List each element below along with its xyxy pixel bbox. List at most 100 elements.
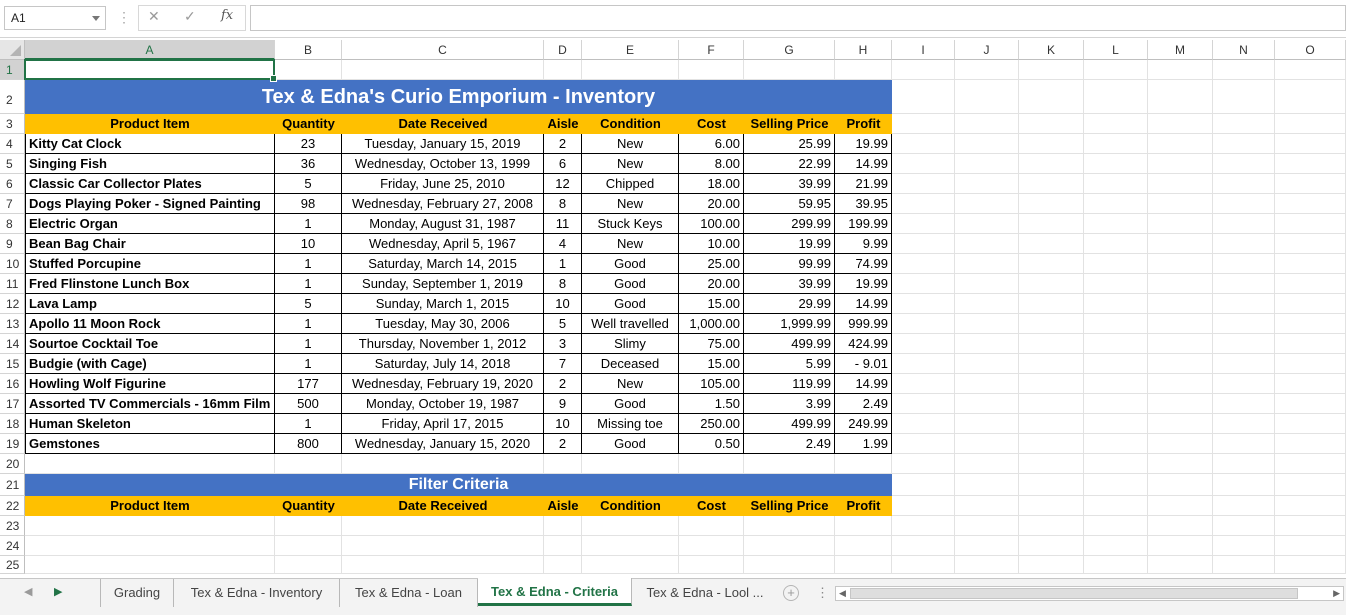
table-cell[interactable]: 8 bbox=[544, 194, 582, 214]
row-header-12[interactable]: 12 bbox=[0, 294, 25, 314]
inventory-header-8[interactable]: Profit bbox=[835, 114, 892, 134]
inventory-header-1[interactable]: Product Item bbox=[25, 114, 275, 134]
table-cell[interactable]: Fred Flinstone Lunch Box bbox=[25, 274, 275, 294]
row-header-7[interactable]: 7 bbox=[0, 194, 25, 214]
table-cell[interactable]: New bbox=[582, 234, 679, 254]
row-header-17[interactable]: 17 bbox=[0, 394, 25, 414]
table-cell[interactable]: 20.00 bbox=[679, 274, 744, 294]
table-cell[interactable]: 249.99 bbox=[835, 414, 892, 434]
table-cell[interactable]: 25.99 bbox=[744, 134, 835, 154]
table-cell[interactable]: Good bbox=[582, 274, 679, 294]
table-cell[interactable]: Wednesday, October 13, 1999 bbox=[342, 154, 544, 174]
tab-criteria[interactable]: Tex & Edna - Criteria bbox=[478, 578, 632, 606]
scroll-left-icon[interactable]: ◀ bbox=[839, 588, 846, 599]
table-cell[interactable]: New bbox=[582, 194, 679, 214]
table-cell[interactable]: 15.00 bbox=[679, 294, 744, 314]
table-cell[interactable]: 18.00 bbox=[679, 174, 744, 194]
row-header-15[interactable]: 15 bbox=[0, 354, 25, 374]
table-cell[interactable]: 1 bbox=[275, 354, 342, 374]
table-cell[interactable]: 29.99 bbox=[744, 294, 835, 314]
table-cell[interactable]: 36 bbox=[275, 154, 342, 174]
table-cell[interactable]: Sunday, March 1, 2015 bbox=[342, 294, 544, 314]
table-cell[interactable]: Missing toe bbox=[582, 414, 679, 434]
table-cell[interactable]: 10.00 bbox=[679, 234, 744, 254]
table-cell[interactable]: Monday, October 19, 1987 bbox=[342, 394, 544, 414]
table-cell[interactable]: 19.99 bbox=[835, 134, 892, 154]
table-cell[interactable]: 25.00 bbox=[679, 254, 744, 274]
row-header-11[interactable]: 11 bbox=[0, 274, 25, 294]
table-cell[interactable]: 1,000.00 bbox=[679, 314, 744, 334]
row-header-6[interactable]: 6 bbox=[0, 174, 25, 194]
table-cell[interactable]: 1 bbox=[275, 254, 342, 274]
table-cell[interactable]: 75.00 bbox=[679, 334, 744, 354]
table-cell[interactable]: 1 bbox=[275, 414, 342, 434]
table-cell[interactable]: Gemstones bbox=[25, 434, 275, 454]
table-cell[interactable]: 1 bbox=[544, 254, 582, 274]
cancel-icon[interactable]: ✕ bbox=[148, 8, 160, 25]
table-cell[interactable]: 999.99 bbox=[835, 314, 892, 334]
table-cell[interactable]: Wednesday, February 27, 2008 bbox=[342, 194, 544, 214]
column-header-h[interactable]: H bbox=[835, 40, 892, 60]
table-cell[interactable]: Saturday, July 14, 2018 bbox=[342, 354, 544, 374]
table-cell[interactable]: 10 bbox=[544, 294, 582, 314]
column-header-c[interactable]: C bbox=[342, 40, 544, 60]
row-header-8[interactable]: 8 bbox=[0, 214, 25, 234]
table-cell[interactable]: Sunday, September 1, 2019 bbox=[342, 274, 544, 294]
column-header-a[interactable]: A bbox=[25, 40, 275, 60]
table-cell[interactable]: Electric Organ bbox=[25, 214, 275, 234]
row-header-9[interactable]: 9 bbox=[0, 234, 25, 254]
table-cell[interactable]: 8 bbox=[544, 274, 582, 294]
table-cell[interactable]: 5 bbox=[275, 294, 342, 314]
table-cell[interactable]: 59.95 bbox=[744, 194, 835, 214]
table-cell[interactable]: 6.00 bbox=[679, 134, 744, 154]
table-cell[interactable]: Apollo 11 Moon Rock bbox=[25, 314, 275, 334]
criteria-header-5[interactable]: Condition bbox=[582, 496, 679, 516]
insert-function-icon[interactable]: fx bbox=[221, 8, 233, 23]
column-header-j[interactable]: J bbox=[955, 40, 1019, 60]
table-cell[interactable]: 1.99 bbox=[835, 434, 892, 454]
add-sheet-icon[interactable]: + bbox=[783, 585, 799, 601]
row-header-5[interactable]: 5 bbox=[0, 154, 25, 174]
table-cell[interactable]: 14.99 bbox=[835, 154, 892, 174]
table-cell[interactable]: Human Skeleton bbox=[25, 414, 275, 434]
table-cell[interactable]: 424.99 bbox=[835, 334, 892, 354]
column-header-o[interactable]: O bbox=[1275, 40, 1346, 60]
active-cell-a1[interactable] bbox=[24, 59, 275, 80]
inventory-header-6[interactable]: Cost bbox=[679, 114, 744, 134]
formula-input[interactable] bbox=[250, 5, 1346, 31]
table-cell[interactable]: Singing Fish bbox=[25, 154, 275, 174]
row-header-25[interactable]: 25 bbox=[0, 556, 25, 574]
row-header-2[interactable]: 2 bbox=[0, 80, 25, 114]
row-header-20[interactable]: 20 bbox=[0, 454, 25, 474]
criteria-header-7[interactable]: Selling Price bbox=[744, 496, 835, 516]
row-header-24[interactable]: 24 bbox=[0, 536, 25, 556]
criteria-header-4[interactable]: Aisle bbox=[544, 496, 582, 516]
table-cell[interactable]: 1 bbox=[275, 334, 342, 354]
table-cell[interactable]: Thursday, November 1, 2012 bbox=[342, 334, 544, 354]
row-header-3[interactable]: 3 bbox=[0, 114, 25, 134]
table-cell[interactable]: 98 bbox=[275, 194, 342, 214]
table-cell[interactable]: 12 bbox=[544, 174, 582, 194]
table-cell[interactable]: 3 bbox=[544, 334, 582, 354]
criteria-header-8[interactable]: Profit bbox=[835, 496, 892, 516]
table-cell[interactable]: Deceased bbox=[582, 354, 679, 374]
table-cell[interactable]: Slimy bbox=[582, 334, 679, 354]
table-cell[interactable]: Tuesday, January 15, 2019 bbox=[342, 134, 544, 154]
table-cell[interactable]: Stuck Keys bbox=[582, 214, 679, 234]
inventory-header-5[interactable]: Condition bbox=[582, 114, 679, 134]
table-cell[interactable]: New bbox=[582, 374, 679, 394]
table-cell[interactable]: 2 bbox=[544, 134, 582, 154]
table-cell[interactable]: Bean Bag Chair bbox=[25, 234, 275, 254]
tab-loan[interactable]: Tex & Edna - Loan bbox=[340, 579, 478, 607]
table-cell[interactable]: 21.99 bbox=[835, 174, 892, 194]
table-cell[interactable]: 5 bbox=[544, 314, 582, 334]
table-cell[interactable]: Saturday, March 14, 2015 bbox=[342, 254, 544, 274]
table-cell[interactable]: Assorted TV Commercials - 16mm Film bbox=[25, 394, 275, 414]
table-cell[interactable]: 800 bbox=[275, 434, 342, 454]
column-header-g[interactable]: G bbox=[744, 40, 835, 60]
column-header-i[interactable]: I bbox=[892, 40, 955, 60]
table-cell[interactable]: 299.99 bbox=[744, 214, 835, 234]
table-cell[interactable]: 15.00 bbox=[679, 354, 744, 374]
table-cell[interactable]: 6 bbox=[544, 154, 582, 174]
table-cell[interactable]: Wednesday, February 19, 2020 bbox=[342, 374, 544, 394]
